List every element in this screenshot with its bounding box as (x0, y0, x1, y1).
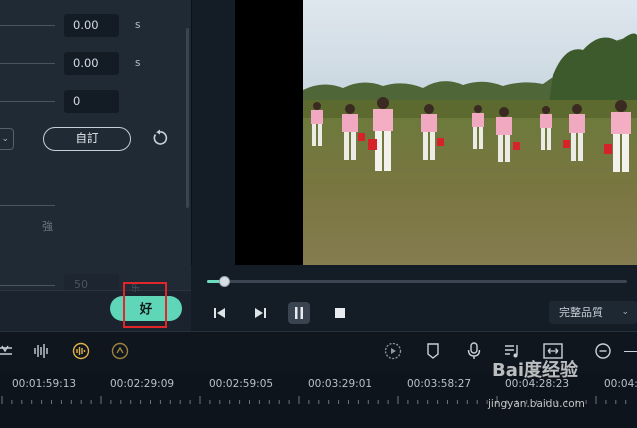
stop-icon (335, 308, 345, 318)
quality-dropdown[interactable]: 完整品質 ⌄ (549, 301, 637, 324)
pause-button[interactable] (288, 302, 310, 324)
highlight-box (123, 282, 167, 328)
quality-label: 完整品質 (559, 306, 603, 319)
duration-input-2[interactable]: 0.00 (64, 52, 119, 75)
timecode-label: 00:04: (604, 378, 637, 390)
strength-label: 強 (42, 220, 53, 233)
unit-label: s (135, 19, 141, 31)
render-tool[interactable] (382, 340, 404, 362)
unit-label: s (135, 57, 141, 69)
voiceover-tool[interactable] (463, 340, 485, 362)
stop-button[interactable] (329, 302, 351, 324)
slider-track[interactable] (0, 25, 55, 26)
marker-icon (427, 343, 439, 359)
value-input[interactable]: 0 (64, 90, 119, 113)
progress-track[interactable] (207, 280, 627, 283)
baidu-watermark: Bai度经验 (492, 360, 579, 381)
zoom-out-button[interactable] (592, 340, 614, 362)
microphone-icon (467, 342, 481, 359)
slider-track[interactable] (0, 63, 55, 64)
editor-window: 0.00 s 0.00 s 0 ⌄ 自訂 強 50 乐 好 完整品質 ⌄ 00:… (0, 0, 637, 428)
step-forward-button[interactable] (249, 302, 271, 324)
audio-wave-tool[interactable] (30, 340, 52, 362)
step-back-icon (214, 308, 225, 318)
render-preview-icon (384, 342, 402, 360)
audio-ducking-icon (72, 342, 90, 360)
step-back-button[interactable] (209, 302, 231, 324)
marker-tool[interactable] (422, 340, 444, 362)
video-frame (303, 0, 637, 265)
zoom-out-icon (595, 343, 611, 359)
slider-track[interactable] (0, 205, 55, 206)
timecode-label: 00:02:29:09 (110, 378, 175, 390)
split-icon (0, 345, 12, 355)
slider-track[interactable] (0, 285, 55, 286)
reset-icon[interactable] (150, 128, 170, 148)
speed-icon (111, 342, 129, 360)
timecode-label: 00:03:29:01 (308, 378, 373, 390)
progress-knob[interactable] (218, 276, 230, 287)
zoom-slider[interactable] (624, 351, 637, 352)
slider-track[interactable] (0, 101, 55, 102)
panel-scrollbar[interactable] (186, 28, 189, 208)
split-tool[interactable] (0, 340, 16, 362)
speed-tool[interactable] (109, 340, 131, 362)
step-forward-icon (255, 308, 266, 318)
custom-button[interactable]: 自訂 (43, 127, 131, 151)
pause-icon (295, 307, 303, 319)
chevron-down-icon: ⌄ (1, 134, 9, 144)
audio-ducking-tool[interactable] (70, 340, 92, 362)
preset-dropdown[interactable]: ⌄ (0, 128, 14, 150)
duration-input-1[interactable]: 0.00 (64, 14, 119, 37)
watermark-url: jingyan.baidu.com (488, 398, 585, 410)
timecode-label: 00:01:59:13 (12, 378, 77, 390)
timecode-label: 00:02:59:05 (209, 378, 274, 390)
chevron-down-icon: ⌄ (621, 307, 629, 317)
timecode-label: 00:03:58:27 (407, 378, 472, 390)
waveform-icon (34, 344, 48, 358)
